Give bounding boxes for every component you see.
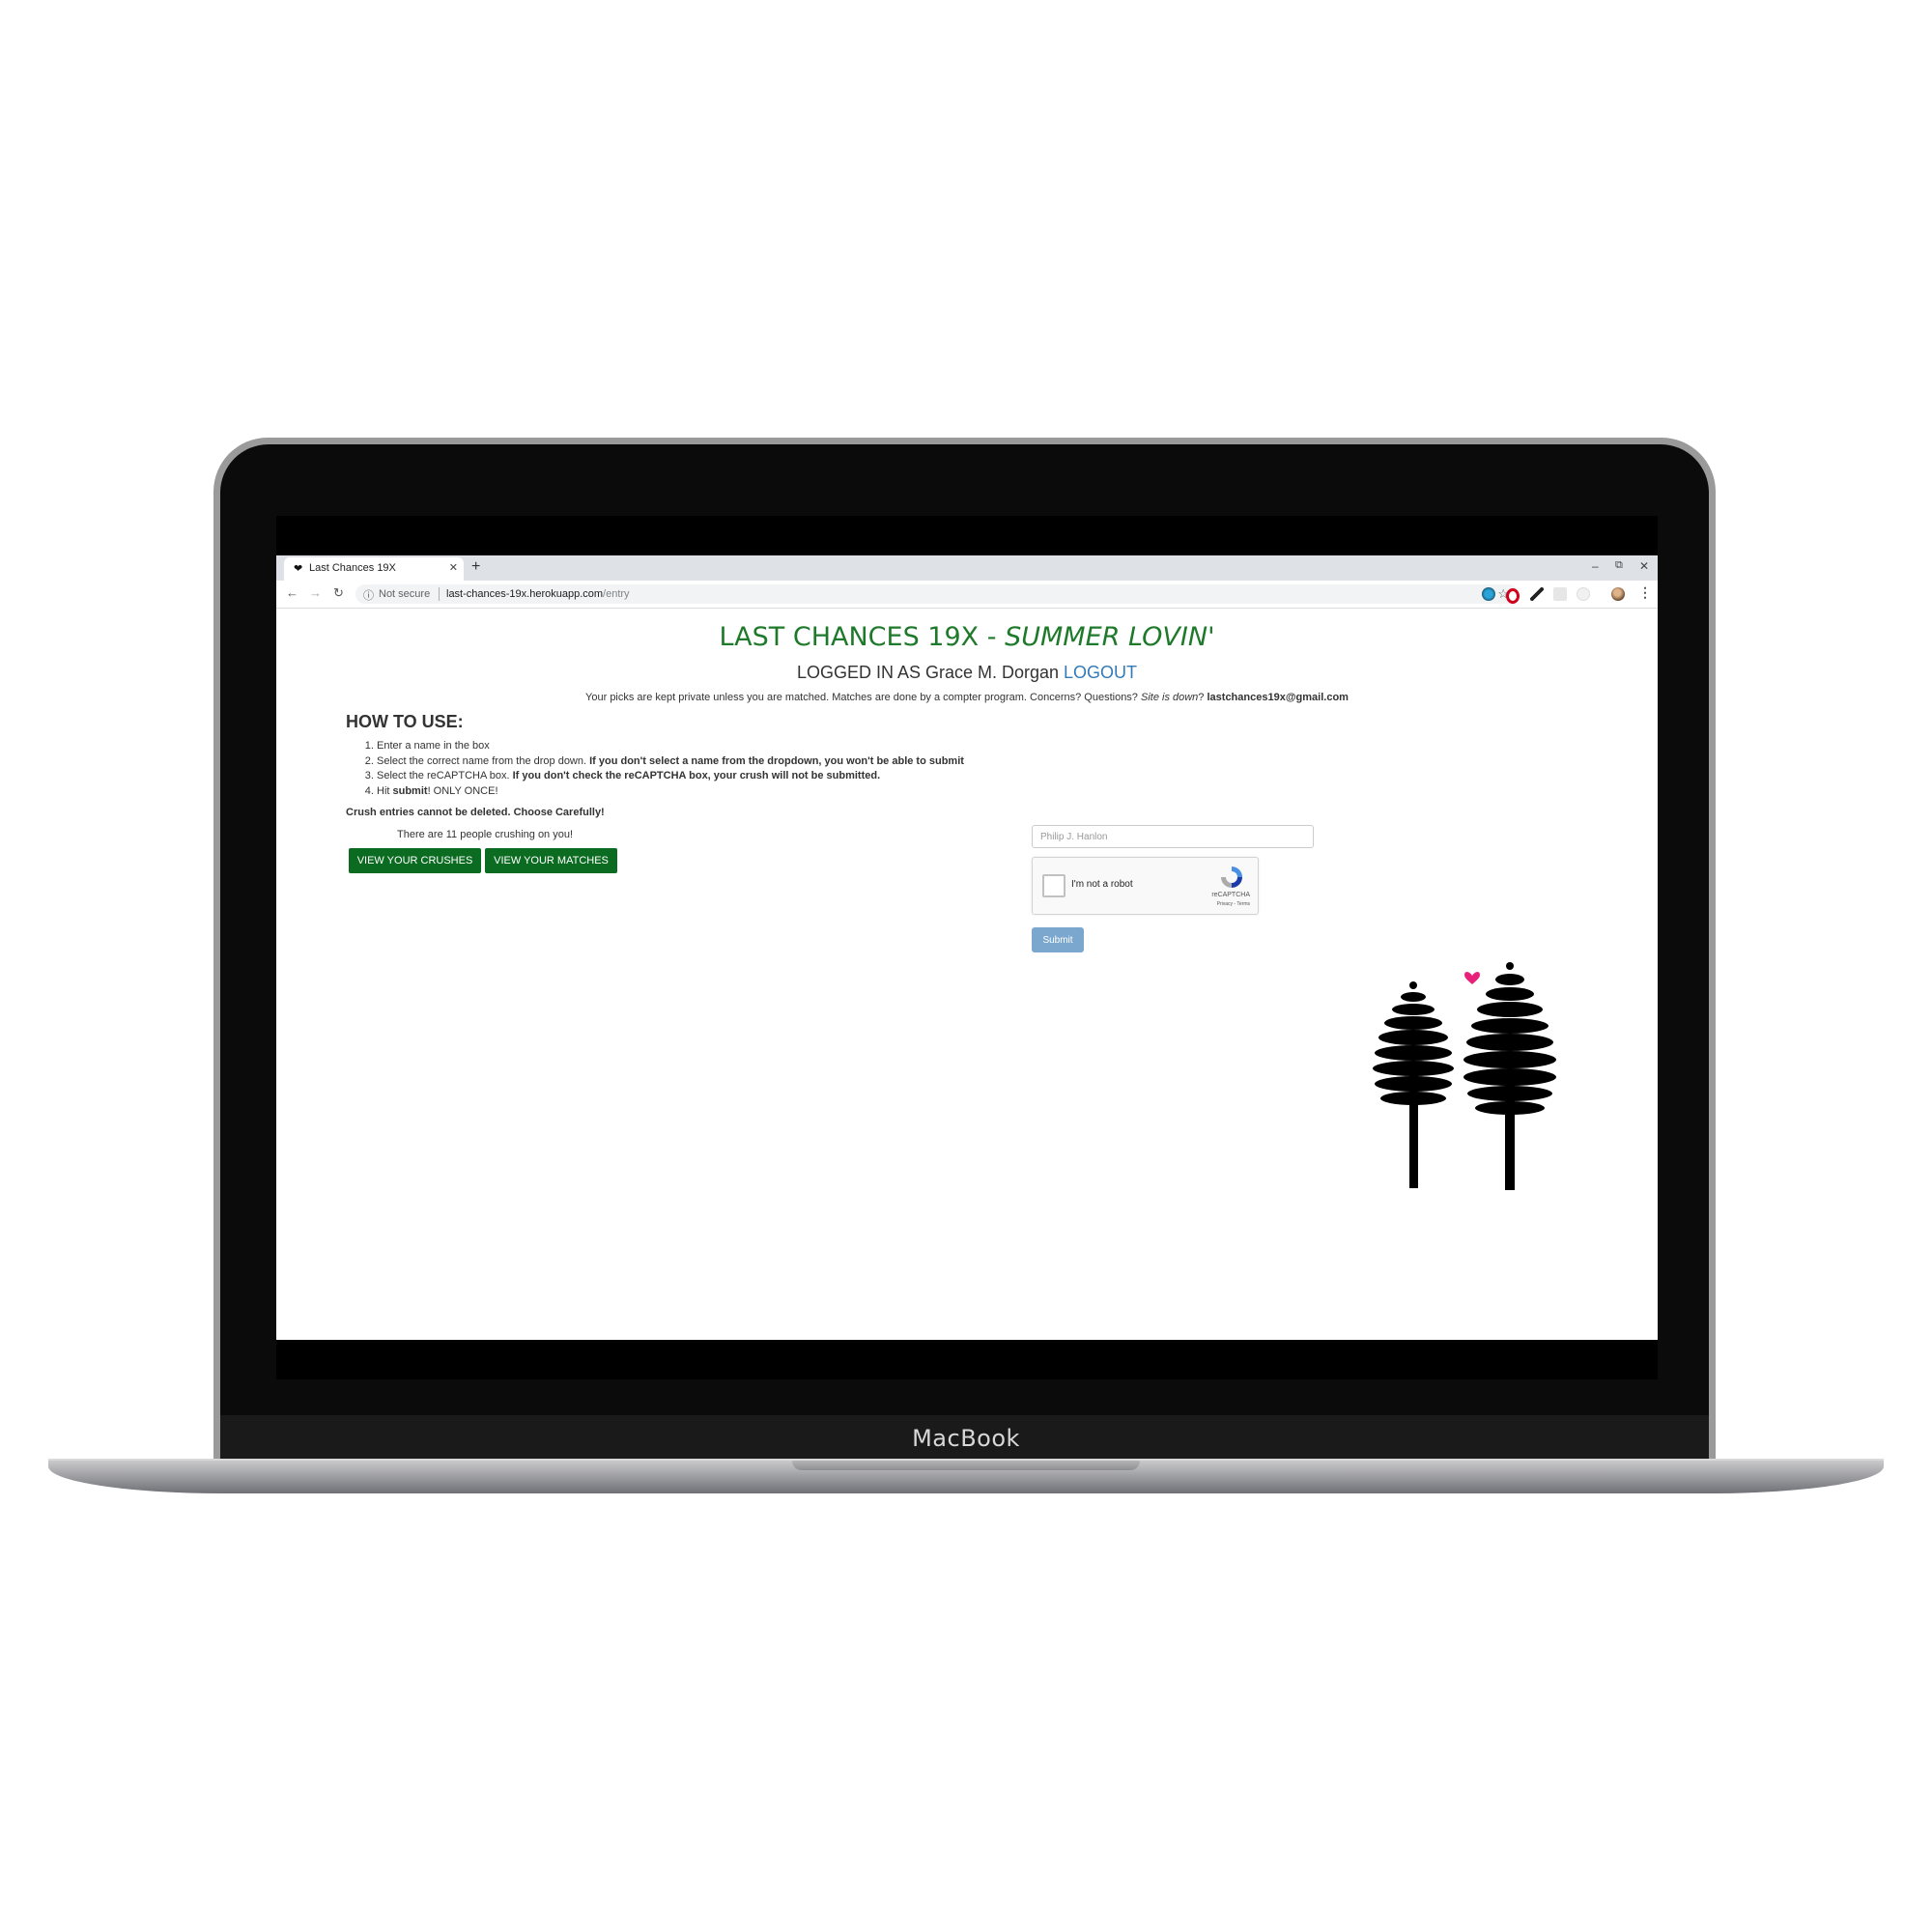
recaptcha-brand: reCAPTCHA bbox=[1211, 892, 1250, 898]
step-item: Select the reCAPTCHA box. If you don't c… bbox=[377, 769, 964, 784]
step-text: Select the correct name from the drop do… bbox=[377, 754, 590, 767]
logged-in-line: LOGGED IN AS Grace M. Dorgan LOGOUT bbox=[276, 663, 1658, 683]
laptop-screen: ❤ Last Chances 19X ✕ + – ⧉ ✕ ← → ↻ ⓘ Not… bbox=[276, 516, 1658, 1379]
how-to-steps: Enter a name in the box Select the corre… bbox=[346, 739, 964, 799]
warning-text: Crush entries cannot be deleted. Choose … bbox=[346, 807, 605, 818]
url-host: last-chances-19x.herokuapp.com bbox=[446, 588, 604, 600]
forward-arrow-icon[interactable]: → bbox=[309, 585, 322, 600]
new-tab-button[interactable]: + bbox=[471, 558, 480, 576]
minimize-button[interactable]: – bbox=[1592, 559, 1599, 573]
how-to-title: HOW TO USE: bbox=[346, 712, 464, 731]
pine-trees-logo bbox=[1373, 962, 1556, 1190]
step-item: Hit submit! ONLY ONCE! bbox=[377, 784, 964, 800]
web-page: LAST CHANCES 19X - SUMMER LOVIN' LOGGED … bbox=[276, 609, 1658, 1340]
laptop-notch bbox=[792, 1461, 1140, 1470]
step-item: Select the correct name from the drop do… bbox=[377, 754, 964, 770]
logout-link[interactable]: LOGOUT bbox=[1064, 663, 1137, 682]
recaptcha-logo-icon bbox=[1221, 867, 1242, 888]
pen-extension-icon[interactable] bbox=[1530, 587, 1544, 601]
back-arrow-icon[interactable]: ← bbox=[286, 585, 298, 600]
logged-in-text: LOGGED IN AS Grace M. Dorgan bbox=[796, 663, 1060, 682]
reload-icon[interactable]: ↻ bbox=[333, 585, 344, 601]
crush-count-text: There are 11 people crushing on you! bbox=[397, 829, 574, 840]
page-title-main: LAST CHANCES 19X - bbox=[719, 622, 1006, 652]
view-crushes-button[interactable]: VIEW YOUR CRUSHES bbox=[349, 848, 481, 873]
recaptcha-label: I'm not a robot bbox=[1071, 879, 1133, 890]
crush-name-input[interactable] bbox=[1032, 825, 1314, 848]
browser-menu-icon[interactable]: ⋮ bbox=[1638, 584, 1652, 601]
submit-button[interactable]: Submit bbox=[1032, 927, 1084, 952]
step-text: Select the reCAPTCHA box. bbox=[377, 770, 513, 781]
tab-title: Last Chances 19X bbox=[309, 562, 396, 574]
security-label: Not secure bbox=[379, 588, 431, 600]
step-text: Enter a name in the box bbox=[377, 740, 490, 752]
restore-button[interactable]: ⧉ bbox=[1615, 559, 1623, 572]
recaptcha-checkbox[interactable] bbox=[1042, 874, 1065, 897]
profile-avatar-icon[interactable] bbox=[1611, 587, 1625, 601]
page-title-italic: SUMMER LOVIN' bbox=[1005, 622, 1215, 652]
view-matches-button[interactable]: VIEW YOUR MATCHES bbox=[485, 848, 617, 873]
step-after: ! ONLY ONCE! bbox=[427, 784, 498, 797]
recaptcha-widget: I'm not a robot reCAPTCHA Privacy - Term… bbox=[1032, 857, 1259, 915]
step-item: Enter a name in the box bbox=[377, 739, 964, 754]
tab-bar: ❤ Last Chances 19X ✕ + – ⧉ ✕ bbox=[276, 555, 1658, 581]
laptop-brand-label: MacBook bbox=[912, 1425, 1020, 1452]
info-icon[interactable]: ⓘ bbox=[363, 587, 374, 603]
left-pine-icon bbox=[1373, 981, 1454, 1188]
extension-square-icon[interactable] bbox=[1553, 587, 1567, 601]
privacy-italic: Site is down bbox=[1140, 692, 1199, 703]
extension-globe-icon[interactable] bbox=[1482, 587, 1495, 601]
browser-window: ❤ Last Chances 19X ✕ + – ⧉ ✕ ← → ↻ ⓘ Not… bbox=[276, 555, 1658, 1340]
tab-last-chances[interactable]: ❤ Last Chances 19X ✕ bbox=[284, 557, 464, 581]
url-path: /entry bbox=[603, 588, 630, 600]
address-bar[interactable]: ⓘ Not secure last-chances-19x.herokuapp.… bbox=[355, 584, 1519, 604]
heart-icon bbox=[1464, 972, 1480, 984]
right-pine-icon bbox=[1463, 962, 1556, 1190]
step-bold: If you don't check the reCAPTCHA box, yo… bbox=[512, 770, 881, 781]
step-bold: submit bbox=[392, 784, 428, 797]
page-title: LAST CHANCES 19X - SUMMER LOVIN' bbox=[276, 622, 1658, 652]
privacy-text: Your picks are kept private unless you a… bbox=[585, 692, 1141, 703]
extension-sparkle-icon[interactable] bbox=[1577, 587, 1590, 601]
close-tab-icon[interactable]: ✕ bbox=[449, 561, 458, 574]
step-bold: If you don't select a name from the drop… bbox=[589, 754, 964, 767]
recaptcha-terms-link[interactable]: Privacy - Terms bbox=[1217, 901, 1250, 907]
step-text: Hit bbox=[377, 784, 393, 797]
close-window-button[interactable]: ✕ bbox=[1639, 559, 1649, 573]
opera-extension-icon[interactable] bbox=[1506, 588, 1520, 604]
heart-icon: ❤ bbox=[294, 563, 303, 575]
browser-toolbar: ← → ↻ ⓘ Not secure last-chances-19x.hero… bbox=[276, 581, 1658, 609]
url-text: last-chances-19x.herokuapp.com/entry bbox=[446, 588, 630, 600]
address-divider bbox=[439, 587, 440, 601]
privacy-notice: Your picks are kept private unless you a… bbox=[276, 692, 1658, 703]
contact-email: lastchances19x@gmail.com bbox=[1207, 692, 1349, 703]
